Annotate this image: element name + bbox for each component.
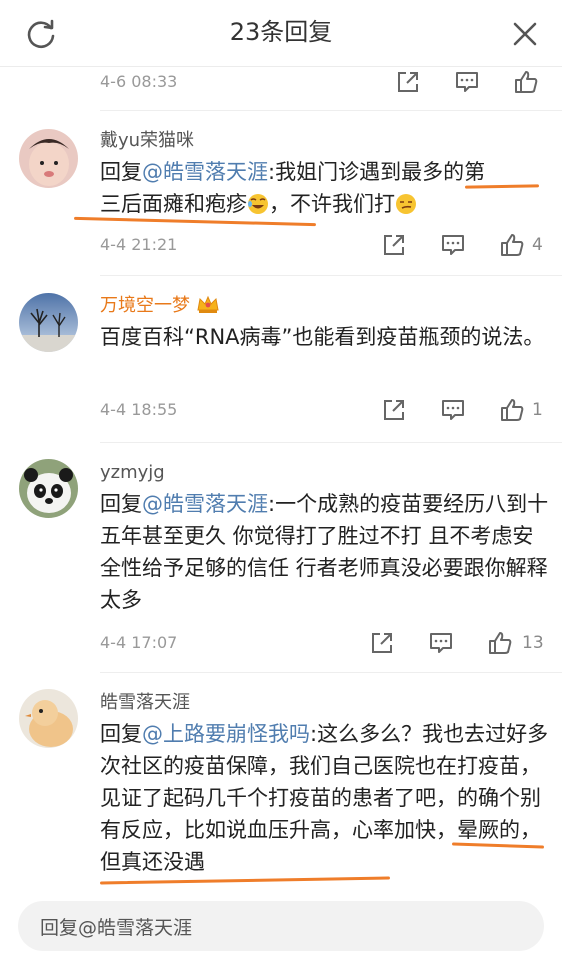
comment-meta-row: 4-4 21:21 4: [100, 229, 562, 263]
comment-text: 百度百科“RNA病毒”也能看到疫苗瓶颈的说法。: [100, 325, 545, 349]
like-icon[interactable]: [498, 396, 526, 424]
reply-prefix: 回复: [100, 492, 142, 516]
username-text: 万境空一梦: [100, 295, 190, 316]
reply-placeholder: 回复@皓雪落天涯: [40, 917, 193, 939]
mention-link[interactable]: @皓雪落天涯: [142, 160, 268, 184]
username[interactable]: 戴yu荣猫咪: [100, 128, 194, 154]
avatar[interactable]: [19, 129, 78, 188]
close-icon[interactable]: [510, 19, 540, 49]
avatar[interactable]: [19, 293, 78, 352]
comment-item: 皓雪落天涯 回复@上路要崩怪我吗:这么多么？我也去过好多次社区的疫苗保障，我们自…: [0, 673, 562, 895]
like-count: 13: [522, 633, 544, 653]
reply-prefix: 回复: [100, 160, 142, 184]
comment-meta-row: 4-4 18:55 1: [100, 394, 562, 428]
like-count: 1: [532, 400, 543, 420]
username[interactable]: 万境空一梦: [100, 293, 220, 319]
comment-meta-row: 4-6 08:33: [0, 66, 562, 106]
comment-item: 戴yu荣猫咪 回复@皓雪落天涯:我姐门诊遇到最多的第 三后面瘫和疱疹 ，不许我们打…: [0, 111, 562, 276]
share-icon[interactable]: [368, 629, 396, 657]
comment-icon[interactable]: [453, 68, 481, 96]
reply-input[interactable]: 回复@皓雪落天涯: [18, 901, 544, 951]
comment-text: 回复@上路要崩怪我吗:这么多么？我也去过好多次社区的疫苗保障，我们自己医院也在打…: [100, 718, 550, 878]
share-icon[interactable]: [380, 396, 408, 424]
page-title: 23条回复: [229, 18, 333, 46]
like-icon[interactable]: [498, 231, 526, 259]
mention-link[interactable]: @上路要崩怪我吗: [142, 722, 310, 746]
vip-crown-icon: [197, 295, 219, 313]
reply-prefix: 回复: [100, 722, 142, 746]
username[interactable]: yzmyjg: [100, 460, 165, 486]
like-count: 4: [532, 235, 543, 255]
share-icon[interactable]: [394, 68, 422, 96]
mention-link[interactable]: @皓雪落天涯: [142, 492, 268, 516]
comment-meta-row: 4-4 17:07 13: [100, 627, 562, 661]
comment-item: 万境空一梦 百度百科“RNA病毒”也能看到疫苗瓶颈的说法。 4-4 18:55 …: [0, 276, 562, 442]
comment-item: yzmyjg 回复@皓雪落天涯:一个成熟的疫苗要经历八到十五年甚至更久 你觉得打…: [0, 443, 562, 672]
comment-text: 回复@皓雪落天涯:一个成熟的疫苗要经历八到十五年甚至更久 你觉得打了胜过不打 且…: [100, 488, 550, 616]
comment-icon[interactable]: [427, 629, 455, 657]
like-icon[interactable]: [486, 629, 514, 657]
username[interactable]: 皓雪落天涯: [100, 690, 190, 716]
avatar[interactable]: [19, 689, 78, 748]
comment-text-line: 三后面瘫和疱疹: [100, 192, 247, 216]
comment-date: 4-4 17:07: [100, 633, 178, 652]
comment-icon[interactable]: [439, 231, 467, 259]
avatar[interactable]: [19, 459, 78, 518]
header-bar: 23条回复: [0, 0, 562, 67]
like-icon[interactable]: [512, 68, 540, 96]
comment-icon[interactable]: [439, 396, 467, 424]
comment-date: 4-4 18:55: [100, 400, 178, 419]
comment-date: 4-6 08:33: [100, 72, 178, 91]
comment-text-line: :我姐门诊遇到最多的第: [268, 160, 486, 184]
share-icon[interactable]: [380, 231, 408, 259]
comment-date: 4-4 21:21: [100, 235, 178, 254]
smirk-emoji-icon: [396, 194, 416, 214]
laugh-cry-emoji-icon: [248, 194, 268, 214]
comment-text-line: ，不许我们打: [269, 192, 395, 216]
